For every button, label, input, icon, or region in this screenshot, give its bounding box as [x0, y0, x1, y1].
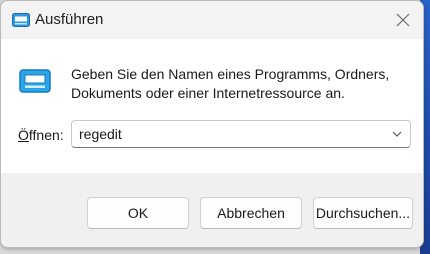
- ok-button[interactable]: OK: [87, 197, 189, 229]
- button-bar: OK Abbrechen Durchsuchen...: [1, 173, 423, 247]
- close-button[interactable]: [389, 6, 417, 34]
- run-dialog-icon: [12, 13, 30, 27]
- run-dialog: Ausführen Geben Sie den Namen eines Prog…: [0, 0, 424, 248]
- browse-button[interactable]: Durchsuchen...: [313, 197, 413, 229]
- dialog-body: Geben Sie den Namen eines Programms, Ord…: [1, 39, 423, 173]
- title-bar: Ausführen: [1, 1, 423, 39]
- instruction-line-1: Geben Sie den Namen eines Programms, Ord…: [71, 66, 390, 82]
- close-icon: [396, 13, 410, 27]
- open-label: Öffnen:: [18, 127, 64, 143]
- instruction-line-2: Dokuments oder einer Internetressource a…: [71, 85, 345, 101]
- chevron-down-icon[interactable]: [391, 129, 403, 139]
- instruction-text: Geben Sie den Namen eines Programms, Ord…: [71, 65, 411, 103]
- run-program-icon: [19, 69, 51, 93]
- window-title: Ausführen: [35, 11, 104, 28]
- open-combobox[interactable]: regedit: [71, 120, 411, 148]
- open-input[interactable]: regedit: [79, 126, 122, 142]
- cancel-button[interactable]: Abbrechen: [200, 197, 302, 229]
